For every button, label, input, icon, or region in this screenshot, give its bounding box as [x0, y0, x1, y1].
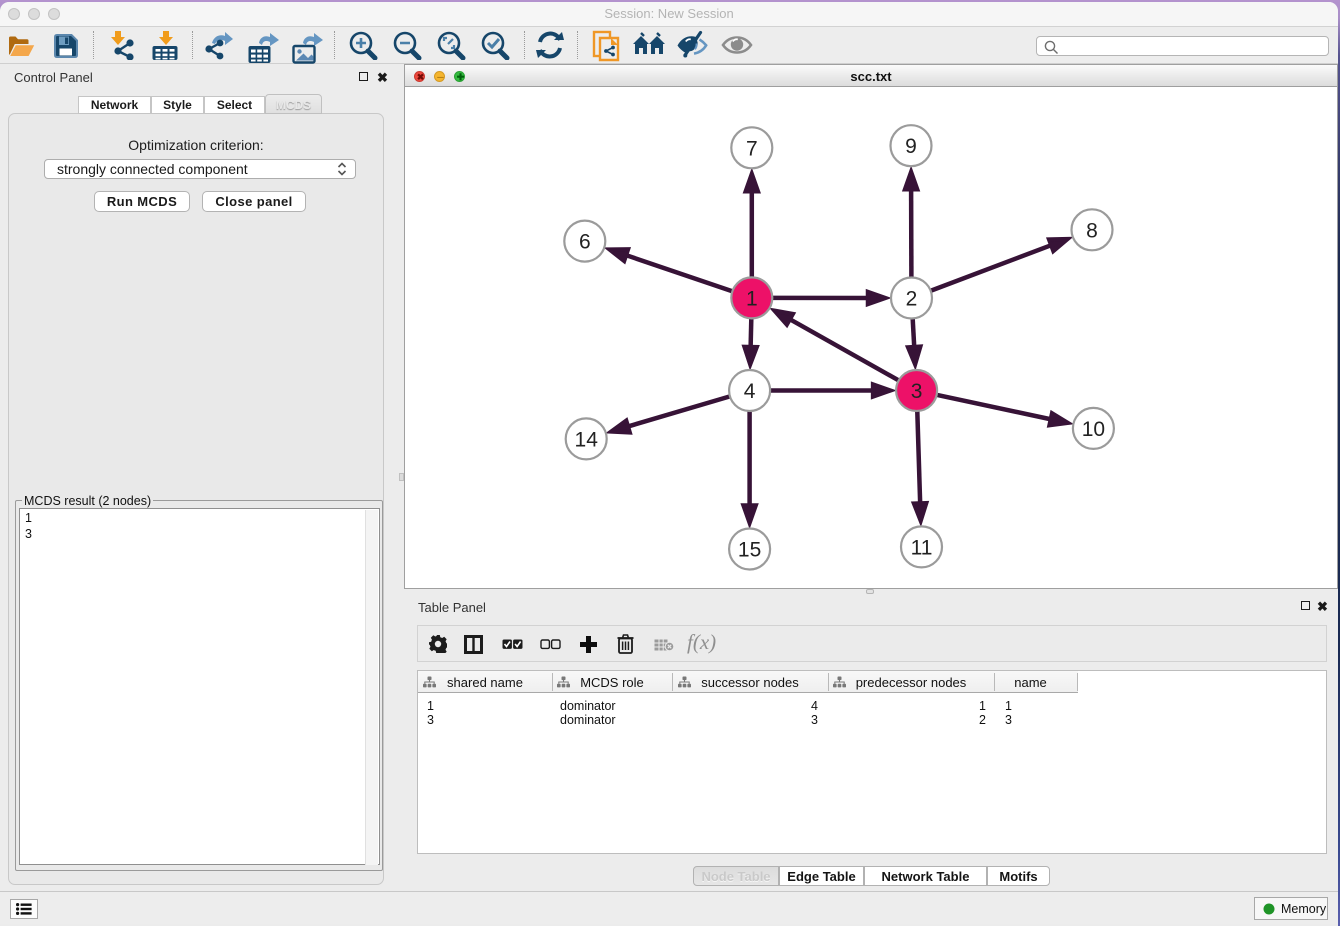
svg-text:2: 2 [906, 288, 918, 311]
svg-text:4: 4 [744, 380, 756, 403]
svg-text:8: 8 [1086, 219, 1098, 242]
svg-text:3: 3 [911, 380, 923, 403]
svg-text:1: 1 [746, 287, 758, 310]
svg-text:15: 15 [738, 539, 761, 562]
svg-text:10: 10 [1082, 418, 1105, 441]
svg-text:7: 7 [746, 137, 758, 160]
svg-text:6: 6 [579, 231, 591, 254]
svg-text:11: 11 [911, 536, 933, 559]
svg-text:14: 14 [575, 428, 599, 451]
svg-text:9: 9 [905, 135, 917, 158]
